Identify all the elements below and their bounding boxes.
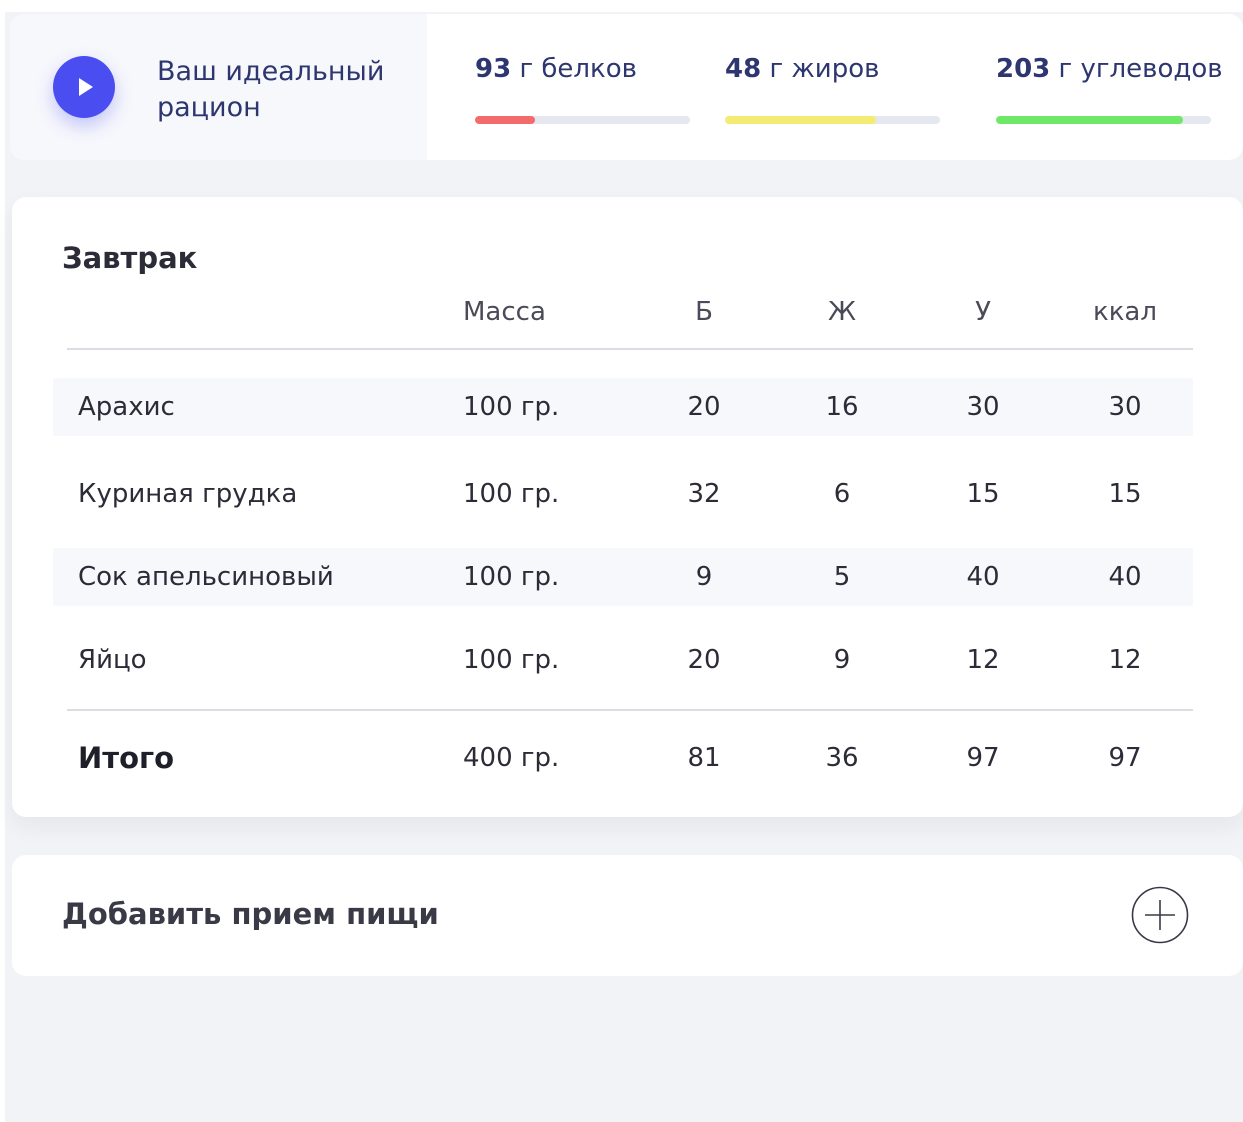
macro-carbs-bar <box>996 116 1211 124</box>
macro-fat-label: 48 г жиров <box>725 54 879 84</box>
total-row: Итого 400 гр. 81 36 97 97 <box>78 741 1142 775</box>
table-row[interactable]: Яйцо 100 гр. 20 9 12 12 <box>53 631 1193 689</box>
food-name: Арахис <box>78 392 175 422</box>
plus-circle-icon <box>1131 886 1189 944</box>
macro-protein-label: 93 г белков <box>475 54 637 84</box>
table-row[interactable]: Арахис 100 гр. 20 16 30 30 <box>53 378 1193 436</box>
macro-protein: 93 г белков <box>475 54 690 124</box>
table-row[interactable]: Куриная грудка 100 гр. 32 6 15 15 <box>53 465 1193 523</box>
food-mass: 100 гр. <box>463 479 560 509</box>
add-meal-button[interactable] <box>1130 885 1190 945</box>
play-icon <box>79 78 93 96</box>
macro-carbs-number: 203 <box>996 54 1051 84</box>
food-name: Сок апельсиновый <box>78 562 334 592</box>
header-divider <box>67 348 1193 350</box>
macro-protein-number: 93 <box>475 54 512 84</box>
table-row[interactable]: Сок апельсиновый 100 гр. 9 5 40 40 <box>53 548 1193 606</box>
macro-fat: 48 г жиров <box>725 54 940 124</box>
total-divider <box>67 709 1193 711</box>
meal-card-breakfast: Завтрак Масса Б Ж У ккал Арахис 100 гр. … <box>12 197 1243 817</box>
food-name: Куриная грудка <box>78 479 298 509</box>
food-mass: 100 гр. <box>463 645 560 675</box>
macro-carbs: 203 г углеводов <box>996 54 1223 124</box>
add-meal-label: Добавить прием пищи <box>62 897 439 931</box>
macro-carbs-fill <box>996 116 1184 124</box>
total-mass: 400 гр. <box>463 743 560 773</box>
food-name: Яйцо <box>78 645 147 675</box>
diet-intro-panel: Ваш идеальный рацион <box>10 14 427 160</box>
total-label: Итого <box>78 741 175 775</box>
column-header-mass: Масса <box>463 297 546 327</box>
macro-carbs-unit: г углеводов <box>1058 54 1223 84</box>
food-mass: 100 гр. <box>463 392 560 422</box>
macro-fat-bar <box>725 116 940 124</box>
macro-protein-fill <box>475 116 536 124</box>
macro-carbs-label: 203 г углеводов <box>996 54 1223 84</box>
macro-protein-unit: г белков <box>519 54 637 84</box>
macro-fat-fill <box>725 116 876 124</box>
diet-title: Ваш идеальный рацион <box>157 56 385 123</box>
diet-summary-card: Ваш идеальный рацион 93 г белков 48 г жи… <box>10 14 1243 160</box>
page-background: Ваш идеальный рацион 93 г белков 48 г жи… <box>5 12 1243 1122</box>
food-mass: 100 гр. <box>463 562 560 592</box>
macro-fat-number: 48 <box>725 54 762 84</box>
add-meal-card[interactable]: Добавить прием пищи <box>12 855 1243 976</box>
macro-protein-bar <box>475 116 690 124</box>
meal-title: Завтрак <box>62 241 198 275</box>
play-button[interactable] <box>53 56 115 118</box>
macro-fat-unit: г жиров <box>769 54 880 84</box>
